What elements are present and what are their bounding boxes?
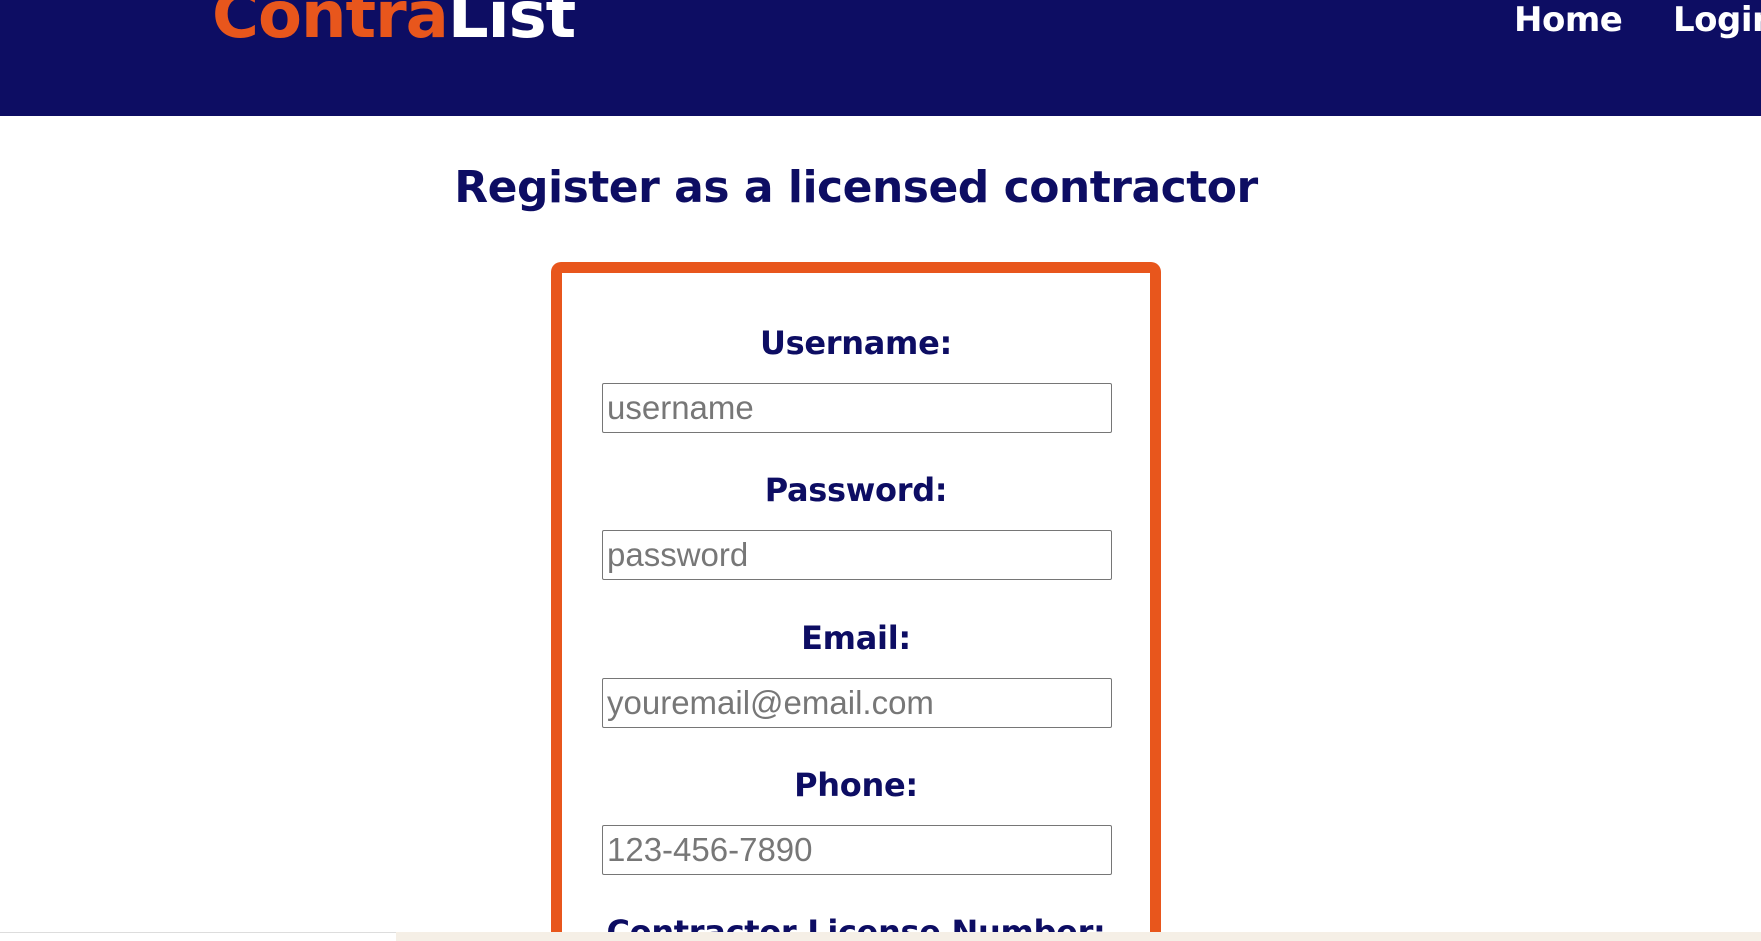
password-input[interactable] xyxy=(602,530,1112,580)
page: ContraList Home Login Register as a lice… xyxy=(0,0,1761,941)
logo-list: List xyxy=(447,0,576,53)
email-label: Email: xyxy=(801,619,911,657)
phone-input[interactable] xyxy=(602,825,1112,875)
navbar: ContraList Home Login xyxy=(0,0,1761,116)
logo-contra: Contra xyxy=(212,0,449,53)
nav-home-link[interactable]: Home xyxy=(1514,0,1623,40)
username-input[interactable] xyxy=(602,383,1112,433)
password-label: Password: xyxy=(764,471,948,509)
logo[interactable]: ContraList xyxy=(212,0,576,48)
phone-label: Phone: xyxy=(794,766,918,804)
registration-form: Username: Password: Email: Phone: Contra… xyxy=(551,262,1161,941)
page-title: Register as a licensed contractor xyxy=(454,162,1258,213)
username-label: Username: xyxy=(759,324,953,362)
horizontal-scrollbar[interactable] xyxy=(0,932,396,941)
email-input[interactable] xyxy=(602,678,1112,728)
nav-login-link[interactable]: Login xyxy=(1673,0,1761,40)
